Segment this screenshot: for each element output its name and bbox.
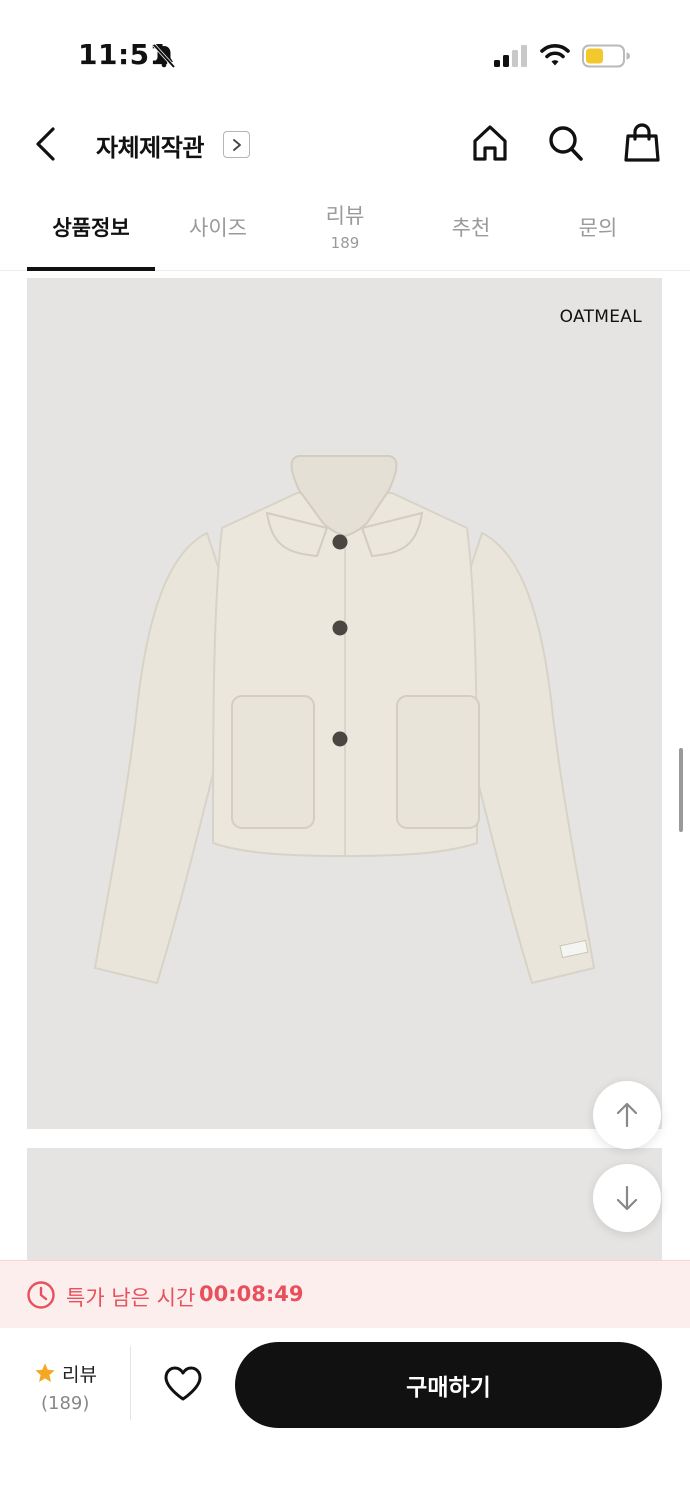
buy-button[interactable]: 구매하기 [235,1342,662,1428]
star-icon [35,1363,55,1382]
header: 자체제작관 [0,110,690,180]
bottom-action-bar: 리뷰 (189) 구매하기 [0,1328,690,1500]
arrow-up-icon [616,1102,638,1128]
tab-label: 사이즈 [189,216,247,240]
shopping-bag-icon[interactable] [622,122,662,164]
scroll-down-button[interactable] [593,1164,661,1232]
tab-review-count: 189 [330,234,360,252]
review-label: 리뷰 [62,1364,97,1386]
tab-label: 상품정보 [52,216,130,240]
divider [130,1346,131,1420]
review-summary[interactable]: 리뷰 (189) [27,1358,107,1418]
store-link-button[interactable] [223,131,250,158]
arrow-down-icon [616,1185,638,1211]
battery-icon [582,44,630,68]
search-icon[interactable] [546,122,586,164]
chevron-right-icon [232,138,241,151]
tab-size[interactable]: 사이즈 [154,196,282,271]
bell-slash-icon [152,43,176,69]
timer-value: 00:08:49 [199,1282,304,1306]
tab-product-info[interactable]: 상품정보 [27,196,155,271]
heart-icon[interactable] [162,1364,204,1404]
product-tabs: 상품정보 사이즈 리뷰 189 추천 문의 [0,196,690,271]
scroll-up-button[interactable] [593,1081,661,1149]
signal-icon [494,45,527,67]
tab-inquiry[interactable]: 문의 [534,196,662,271]
review-count: (189) [41,1393,90,1414]
tab-label: 추천 [451,216,491,240]
tab-label: 문의 [578,216,618,240]
status-bar: 11:51 [0,0,690,100]
jacket-illustration [93,455,596,985]
tab-label: 리뷰 [325,204,365,228]
timer-label: 특가 남은 시간 [66,1286,196,1310]
tab-reviews[interactable]: 리뷰 189 [281,196,409,271]
scrollbar[interactable] [679,748,683,832]
wifi-icon [540,44,570,66]
back-icon[interactable] [28,124,64,164]
clock-icon [27,1281,55,1309]
sale-timer-banner: 특가 남은 시간 00:08:49 [0,1260,690,1328]
product-image[interactable]: OATMEAL [27,278,662,1129]
home-icon[interactable] [470,122,510,164]
store-title[interactable]: 자체제작관 [96,128,204,163]
tab-recommend[interactable]: 추천 [407,196,535,271]
active-tab-indicator [27,267,155,271]
product-image-2[interactable] [27,1148,662,1268]
